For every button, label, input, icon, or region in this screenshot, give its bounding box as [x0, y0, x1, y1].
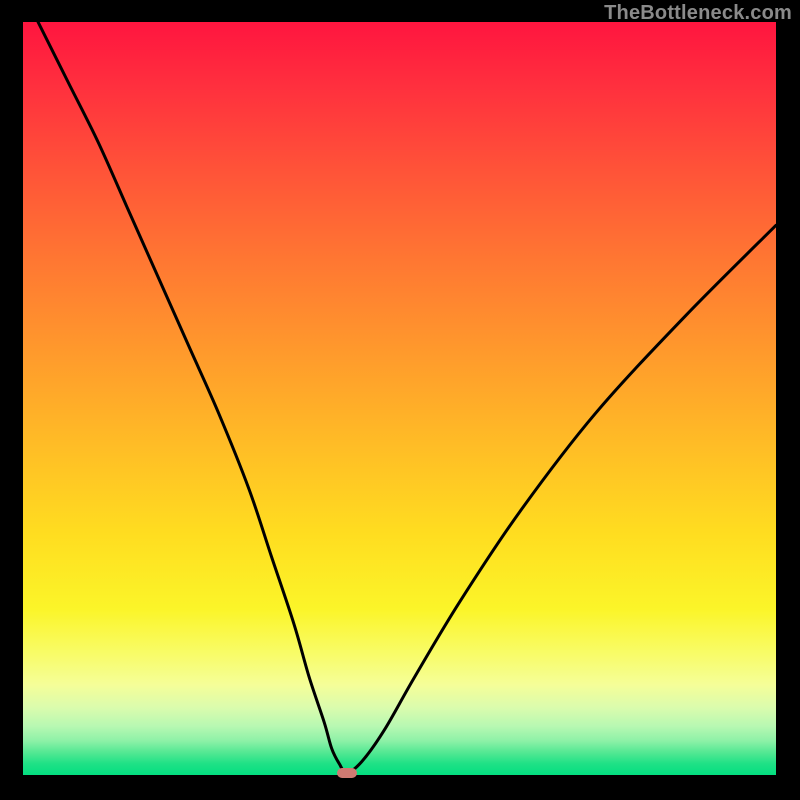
- chart-frame: [23, 22, 776, 775]
- minimum-marker: [337, 768, 357, 778]
- watermark-text: TheBottleneck.com: [604, 2, 792, 25]
- bottleneck-curve: [23, 22, 776, 775]
